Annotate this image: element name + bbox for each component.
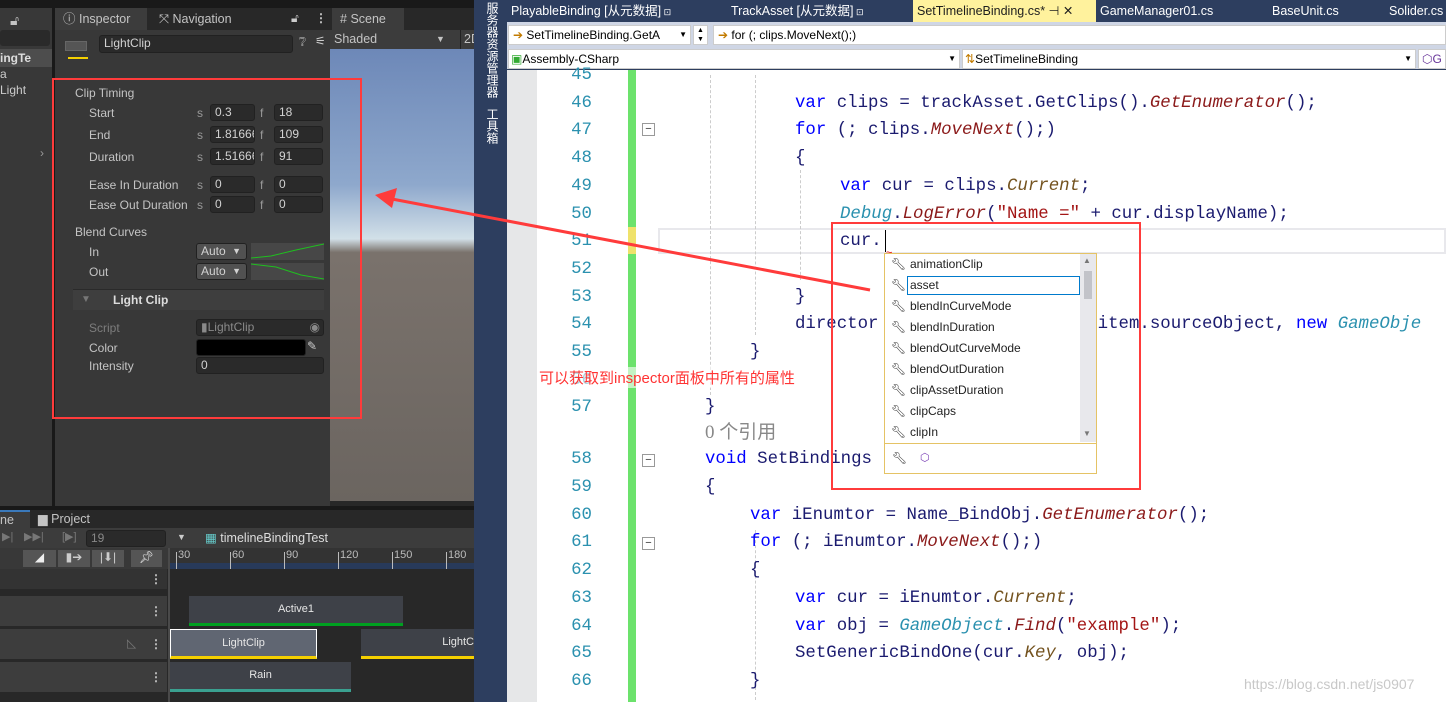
annotation-text: 可以获取到inspector面板中所有的属性 — [539, 367, 795, 388]
frames-field[interactable]: 0 — [274, 196, 323, 213]
timing-label: Ease Out Duration — [89, 198, 188, 212]
frames-unit: f — [260, 198, 264, 212]
seconds-unit: s — [197, 106, 203, 120]
frames-unit: f — [260, 128, 264, 142]
frames-unit: f — [260, 178, 264, 192]
seconds-field[interactable]: 1.81666 — [210, 126, 255, 143]
seconds-field[interactable]: 0 — [210, 196, 255, 213]
seconds-unit: s — [197, 178, 203, 192]
frames-unit: f — [260, 150, 264, 164]
timing-label: Duration — [89, 150, 135, 164]
timing-label: End — [89, 128, 111, 142]
seconds-field[interactable]: 0.3 — [210, 104, 255, 121]
frames-field[interactable]: 18 — [274, 104, 323, 121]
frames-unit: f — [260, 106, 264, 120]
timing-label: Ease In Duration — [89, 178, 179, 192]
frames-field[interactable]: 109 — [274, 126, 323, 143]
frames-field[interactable]: 91 — [274, 148, 323, 165]
seconds-unit: s — [197, 128, 203, 142]
seconds-unit: s — [197, 150, 203, 164]
timing-label: Start — [89, 106, 115, 120]
seconds-field[interactable]: 1.51666 — [210, 148, 255, 165]
watermark: https://blog.csdn.net/js0907 — [1244, 676, 1415, 692]
seconds-unit: s — [197, 198, 203, 212]
frames-field[interactable]: 0 — [274, 176, 323, 193]
seconds-field[interactable]: 0 — [210, 176, 255, 193]
